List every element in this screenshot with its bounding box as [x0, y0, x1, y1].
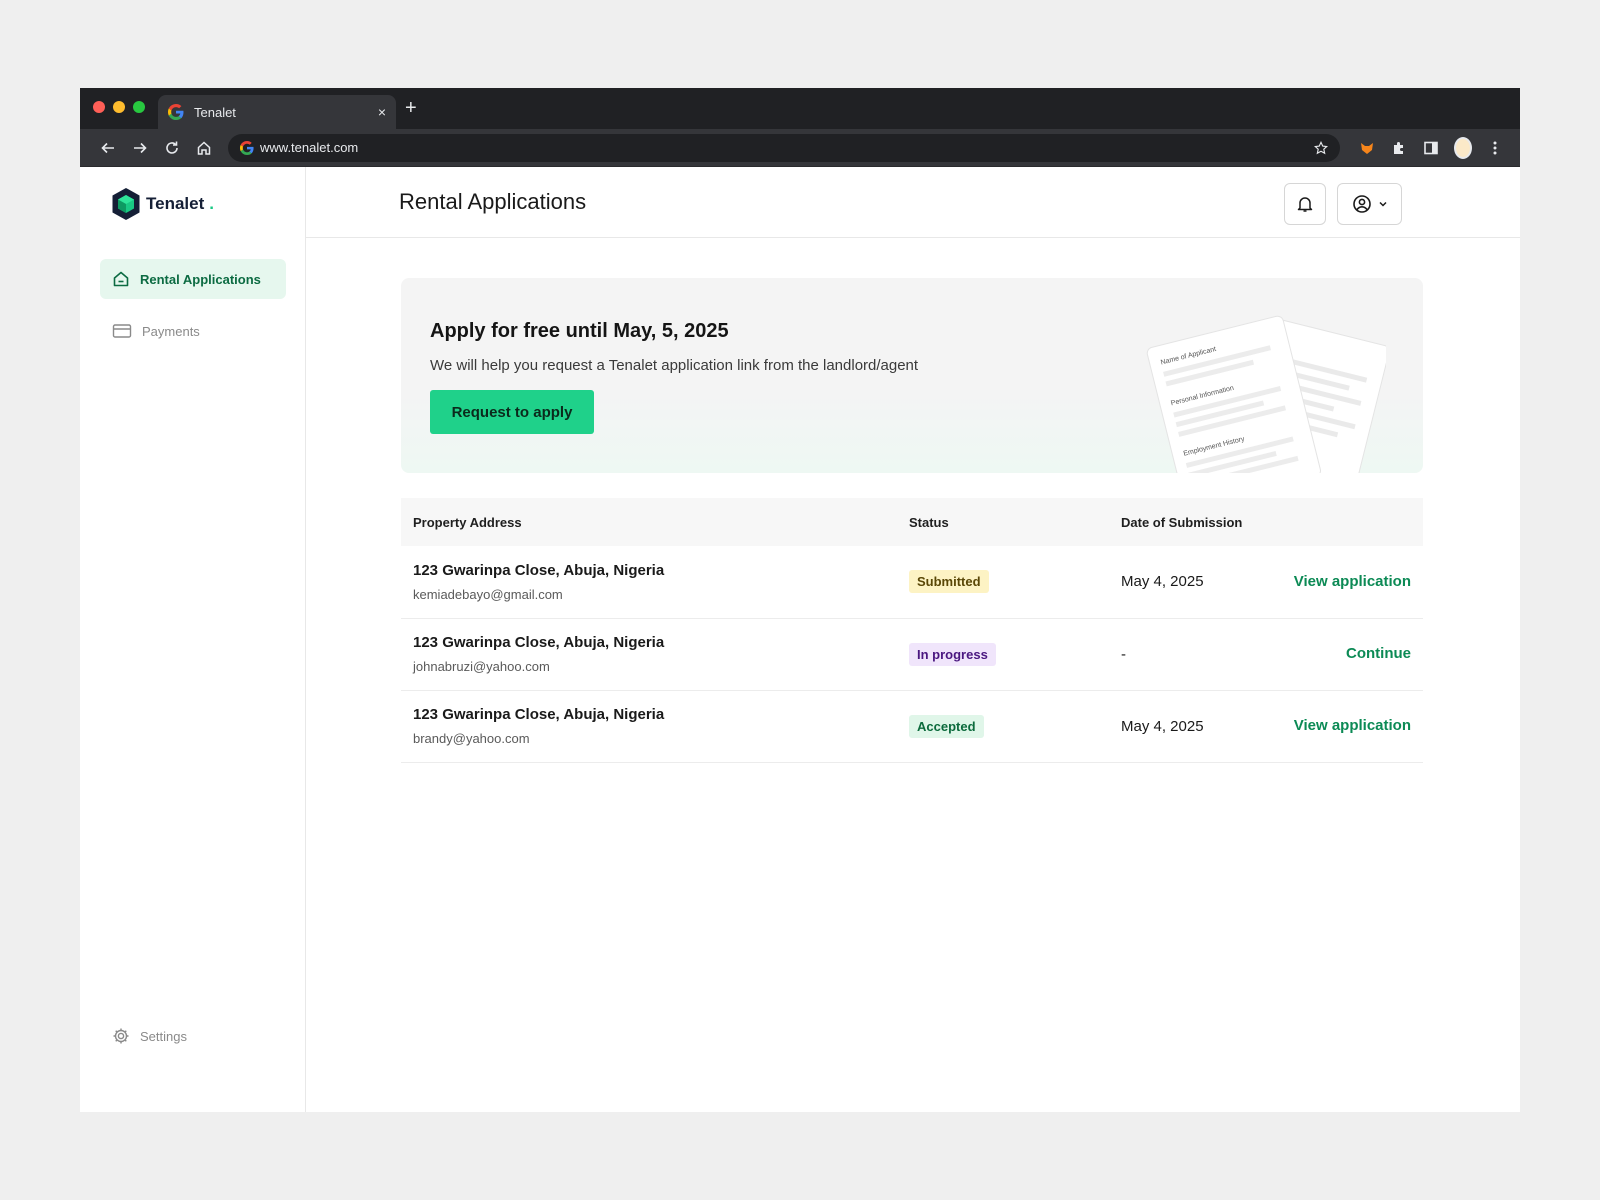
property-address: 123 Gwarinpa Close, Abuja, Nigeria [413, 634, 665, 651]
table-row: 123 Gwarinpa Close, Abuja, Nigeria kemia… [401, 546, 1423, 619]
reload-icon [166, 141, 178, 154]
side-panel-icon[interactable] [1422, 139, 1440, 157]
close-window-button[interactable] [93, 101, 105, 113]
google-icon [168, 104, 184, 120]
applicant-email: johnabruzi@yahoo.com [413, 659, 550, 674]
notifications-button[interactable] [1284, 183, 1326, 225]
toolbar-extensions [1358, 136, 1504, 159]
action-cell: View application [1279, 690, 1423, 763]
sidebar-item-rental-applications[interactable]: Rental Applications [100, 259, 286, 299]
banner-description: We will help you request a Tenalet appli… [430, 357, 919, 374]
table-row: 123 Gwarinpa Close, Abuja, Nigeria brand… [401, 690, 1423, 763]
chevron-down-icon [1378, 201, 1387, 207]
tab-title: Tenalet [194, 104, 236, 120]
action-cell: Continue [1279, 618, 1423, 691]
action-cell: View application [1279, 546, 1423, 619]
gear-icon [113, 1028, 129, 1044]
minimize-window-button[interactable] [113, 101, 125, 113]
credit-card-icon [112, 324, 132, 338]
maximize-window-button[interactable] [133, 101, 145, 113]
url-text: www.tenalet.com [260, 140, 359, 155]
status-badge: In progress [909, 642, 996, 666]
application-documents-illustration: Name of Applicant Personal Information E… [1146, 315, 1386, 473]
sidebar: Tenalet. Rental Applications Payments Se… [80, 167, 306, 1112]
bell-icon [1297, 197, 1313, 212]
puzzle-extensions-icon[interactable] [1390, 139, 1408, 157]
address-cell: 123 Gwarinpa Close, Abuja, Nigeria kemia… [401, 546, 897, 619]
brand-dot: . [209, 194, 214, 213]
continue-link[interactable]: Continue [1346, 645, 1411, 662]
submission-date: May 4, 2025 [1109, 690, 1279, 763]
profile-avatar-icon[interactable] [1454, 136, 1472, 159]
new-tab-button[interactable]: + [405, 97, 417, 120]
address-cell: 123 Gwarinpa Close, Abuja, Nigeria brand… [401, 690, 897, 763]
browser-tab[interactable]: Tenalet × [158, 95, 396, 129]
page-title: Rental Applications [399, 189, 587, 214]
sidebar-item-label: Settings [140, 1028, 187, 1044]
fox-extension-icon[interactable] [1358, 139, 1376, 157]
table-header-row: Property Address Status Date of Submissi… [401, 498, 1423, 546]
more-menu-icon[interactable] [1486, 139, 1504, 157]
submission-date: - [1109, 618, 1279, 691]
arrow-left-icon [101, 142, 114, 153]
column-header-address: Property Address [413, 514, 522, 530]
user-menu-button[interactable] [1337, 183, 1402, 225]
sidebar-item-label: Rental Applications [140, 271, 261, 287]
back-button[interactable] [92, 134, 124, 162]
star-icon[interactable] [1314, 140, 1328, 155]
status-badge: Accepted [909, 714, 984, 738]
promo-banner: Apply for free until May, 5, 2025 We wil… [401, 278, 1423, 473]
sidebar-item-payments[interactable]: Payments [100, 311, 286, 351]
main-content: Rental Applications Apply for free until… [306, 167, 1520, 1112]
user-circle-icon [1352, 195, 1371, 213]
arrow-right-icon [134, 142, 147, 153]
sidebar-item-settings[interactable]: Settings [100, 1016, 286, 1056]
status-cell: Accepted [897, 690, 1109, 763]
applications-table: Property Address Status Date of Submissi… [401, 498, 1423, 763]
column-header-action [1279, 498, 1423, 546]
status-cell: In progress [897, 618, 1109, 691]
browser-window: Tenalet × + www.tenalet.com Tenalet . Re… [80, 88, 1520, 1112]
property-address: 123 Gwarinpa Close, Abuja, Nigeria [413, 706, 665, 723]
request-to-apply-button[interactable]: Request to apply [430, 390, 594, 434]
google-icon [240, 140, 254, 155]
table-row: 123 Gwarinpa Close, Abuja, Nigeria johna… [401, 618, 1423, 691]
banner-heading: Apply for free until May, 5, 2025 [430, 320, 729, 342]
home-icon [113, 271, 129, 287]
brand-logo[interactable]: Tenalet. [111, 187, 214, 221]
submission-date: May 4, 2025 [1109, 546, 1279, 619]
address-cell: 123 Gwarinpa Close, Abuja, Nigeria johna… [401, 618, 897, 691]
home-outline-icon [197, 140, 211, 155]
applicant-email: brandy@yahoo.com [413, 731, 530, 746]
status-cell: Submitted [897, 546, 1109, 619]
tenalet-logo-icon [112, 188, 140, 220]
window-controls [93, 101, 145, 113]
app-root: Tenalet. Rental Applications Payments Se… [80, 167, 1520, 1112]
address-bar[interactable]: www.tenalet.com [228, 133, 1340, 162]
property-address: 123 Gwarinpa Close, Abuja, Nigeria [413, 561, 665, 579]
forward-button[interactable] [124, 134, 156, 162]
reload-button[interactable] [156, 134, 188, 162]
browser-tabbar: Tenalet × + [80, 88, 1520, 129]
view-application-link[interactable]: View application [1294, 717, 1411, 734]
sidebar-item-label: Payments [142, 323, 200, 339]
status-badge: Submitted [909, 570, 989, 594]
page-header: Rental Applications [306, 167, 1520, 238]
home-button[interactable] [188, 134, 220, 162]
column-header-date: Date of Submission [1121, 514, 1243, 530]
close-tab-icon[interactable]: × [378, 104, 386, 120]
applicant-email: kemiadebayo@gmail.com [413, 586, 563, 602]
browser-toolbar: www.tenalet.com [80, 129, 1520, 167]
column-header-status: Status [909, 514, 949, 530]
view-application-link[interactable]: View application [1294, 573, 1411, 590]
brand-name: Tenalet [146, 194, 205, 213]
